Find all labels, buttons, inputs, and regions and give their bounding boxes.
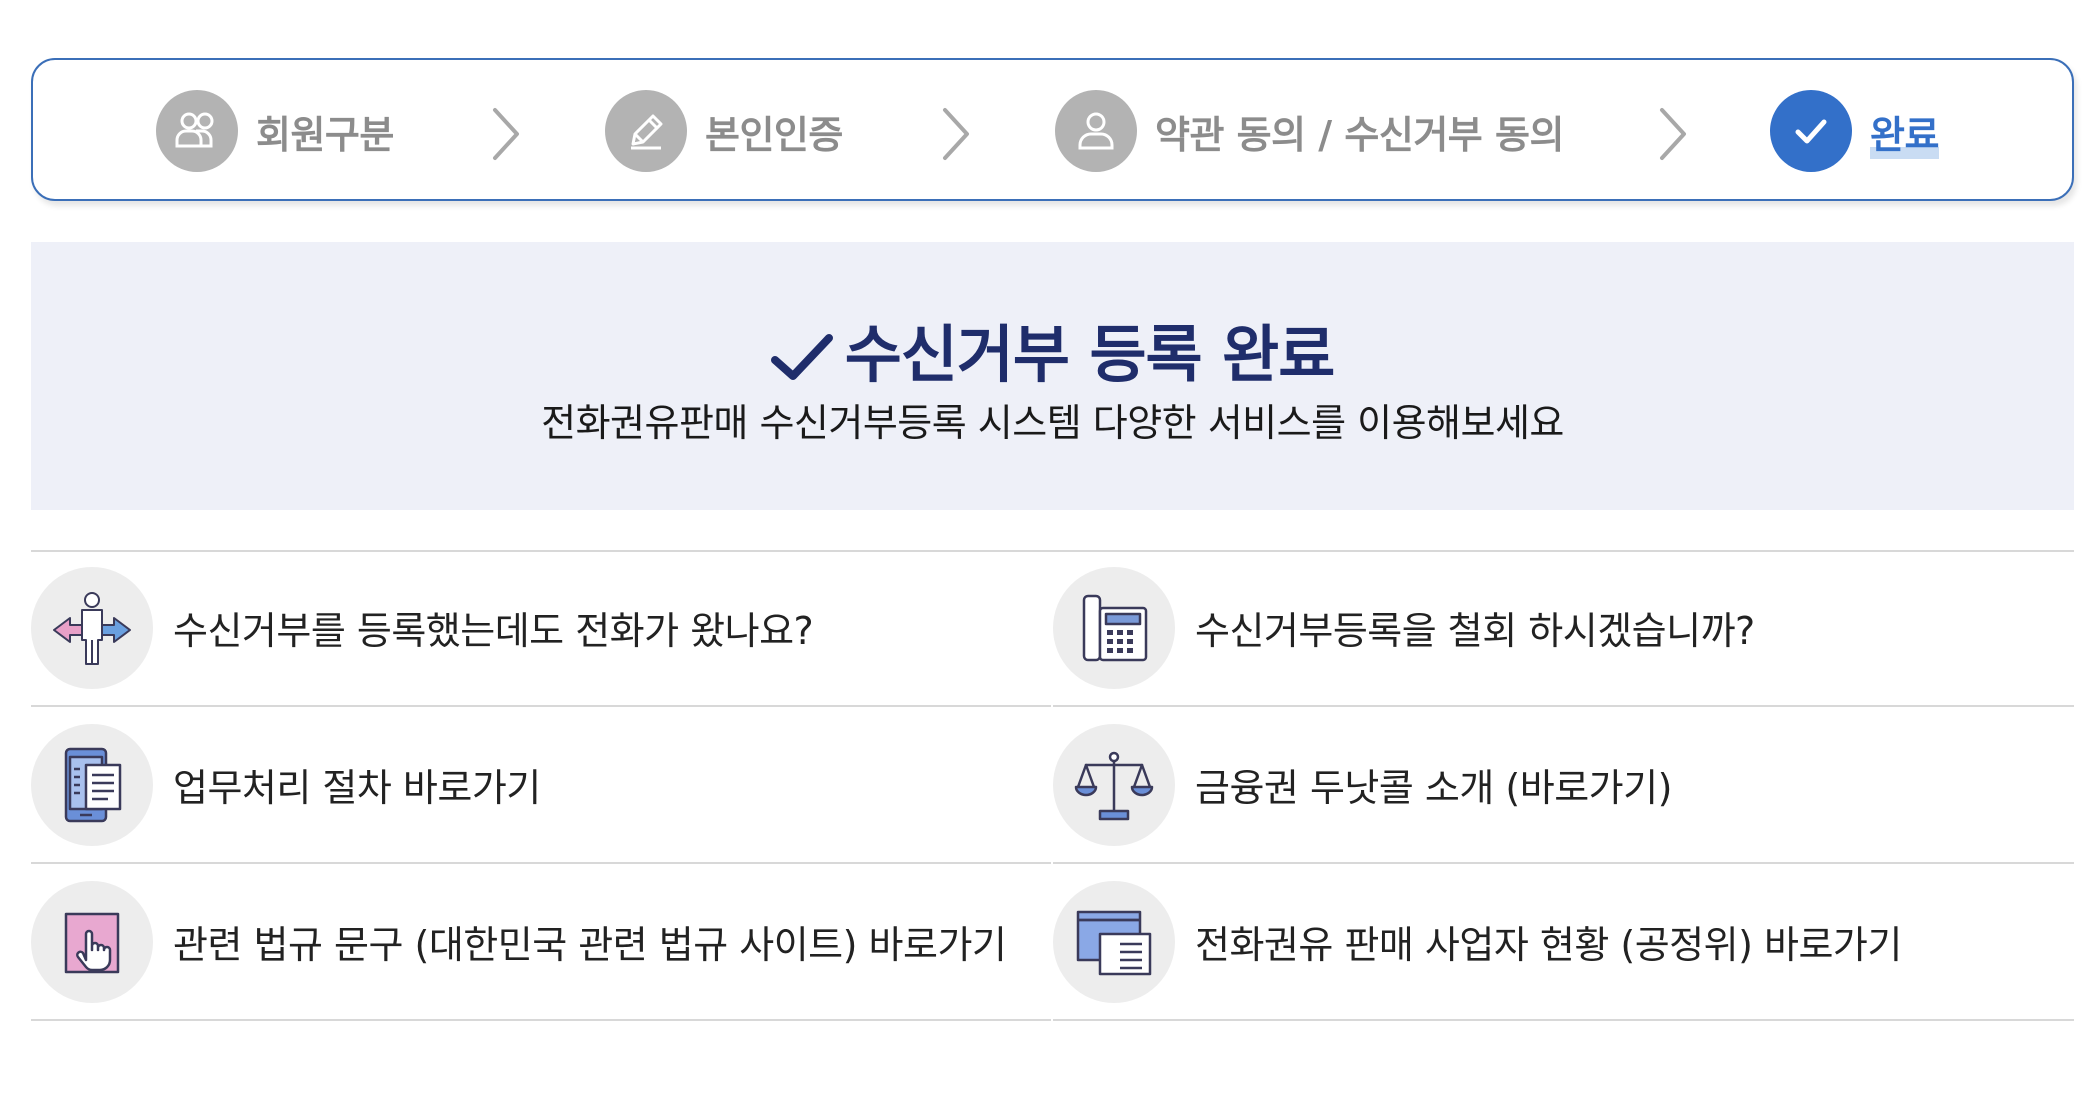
step-terms-agreement: 약관 동의 / 수신거부 동의 (1055, 90, 1564, 172)
banner-title-text: 수신거부 등록 완료 (844, 318, 1335, 391)
office-phone-icon (1053, 566, 1175, 689)
step-member-type: 회원구분 (156, 90, 394, 172)
link-label: 수신거부등록을 철회 하시겠습니까? (1195, 609, 1755, 653)
step-label: 본인인증 (705, 112, 843, 157)
check-icon (770, 334, 833, 380)
group-icon (156, 90, 238, 172)
link-process-guide[interactable]: 업무처리 절차 바로가기 (31, 707, 1051, 864)
link-label: 업무처리 절차 바로가기 (173, 766, 541, 810)
mobile-document-icon (31, 723, 153, 846)
browser-window-icon (1053, 880, 1175, 1003)
step-label: 회원구분 (256, 112, 394, 157)
step-identity-verification: 본인인증 (605, 90, 843, 172)
link-label: 관련 법규 문구 (대한민국 관련 법규 사이트) 바로가기 (173, 923, 1007, 967)
check-icon (1770, 90, 1852, 172)
step-label: 완료 (1870, 103, 1939, 159)
person-arrows-icon (31, 566, 153, 689)
link-label: 금융권 두낫콜 소개 (바로가기) (1195, 766, 1672, 810)
link-related-laws[interactable]: 관련 법규 문구 (대한민국 관련 법규 사이트) 바로가기 (31, 864, 1051, 1021)
link-label: 수신거부를 등록했는데도 전화가 왔나요? (173, 609, 814, 653)
chevron-right-icon (1656, 104, 1690, 164)
step-complete: 완료 (1770, 90, 1939, 172)
banner-title: 수신거부 등록 완료 (31, 304, 2074, 394)
link-label: 전화권유 판매 사업자 현황 (공정위) 바로가기 (1195, 923, 1902, 967)
completion-banner: 수신거부 등록 완료 전화권유판매 수신거부등록 시스템 다양한 서비스를 이용… (31, 242, 2074, 510)
link-received-call-after-registration[interactable]: 수신거부를 등록했는데도 전화가 왔나요? (31, 550, 1051, 707)
banner-subtitle: 전화권유판매 수신거부등록 시스템 다양한 서비스를 이용해보세요 (541, 401, 1564, 445)
progress-stepper: 회원구분 본인인증 약관 동의 / 수신거부 동의 완료 (31, 58, 2074, 201)
hand-pointer-icon (31, 880, 153, 1003)
chevron-right-icon (939, 104, 973, 164)
user-icon (1055, 90, 1137, 172)
link-withdraw-registration[interactable]: 수신거부등록을 철회 하시겠습니까? (1053, 550, 2074, 707)
link-financial-donotcall[interactable]: 금융권 두낫콜 소개 (바로가기) (1053, 707, 2074, 864)
link-business-status[interactable]: 전화권유 판매 사업자 현황 (공정위) 바로가기 (1053, 864, 2074, 1021)
step-label: 약관 동의 / 수신거부 동의 (1155, 112, 1564, 157)
chevron-right-icon (489, 104, 523, 164)
scales-icon (1053, 723, 1175, 846)
pencil-icon (605, 90, 687, 172)
